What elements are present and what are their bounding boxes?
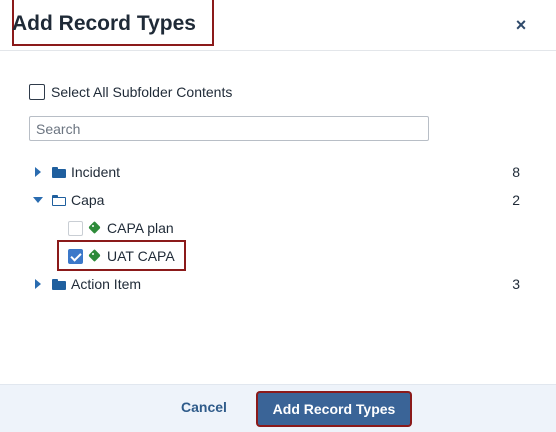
record-type-name: CAPA plan xyxy=(107,220,174,236)
tag-icon xyxy=(89,250,101,262)
folder-count: 3 xyxy=(512,276,520,292)
checkbox-checked[interactable] xyxy=(68,248,83,264)
record-type-uat-capa[interactable]: UAT CAPA xyxy=(68,244,175,268)
select-all-label: Select All Subfolder Contents xyxy=(51,84,233,100)
close-icon[interactable]: × xyxy=(512,16,530,34)
folder-count: 8 xyxy=(512,164,520,180)
tree-folder-capa[interactable]: Capa 2 xyxy=(32,188,524,212)
folder-icon xyxy=(52,166,66,178)
tree-folder-incident[interactable]: Incident 8 xyxy=(32,160,524,184)
folder-name[interactable]: Action Item xyxy=(71,276,141,292)
folder-count: 2 xyxy=(512,192,520,208)
cancel-button[interactable]: Cancel xyxy=(175,399,233,419)
record-type-name: UAT CAPA xyxy=(107,248,175,264)
caret-right-icon[interactable] xyxy=(32,277,46,291)
checkbox[interactable] xyxy=(68,220,83,236)
folder-name[interactable]: Incident xyxy=(71,164,120,180)
folder-name[interactable]: Capa xyxy=(71,192,104,208)
tag-icon xyxy=(89,222,101,234)
dialog-footer: Cancel Add Record Types xyxy=(0,384,556,432)
dialog-title: Add Record Types xyxy=(12,12,196,35)
add-record-types-dialog: Add Record Types × Select All Subfolder … xyxy=(0,0,556,432)
select-all-subfolder-checkbox[interactable]: Select All Subfolder Contents xyxy=(29,83,232,101)
caret-down-icon[interactable] xyxy=(32,193,46,207)
tree-folder-action-item[interactable]: Action Item 3 xyxy=(32,272,524,296)
folder-open-icon xyxy=(52,194,66,206)
checkbox[interactable] xyxy=(29,84,45,100)
folder-icon xyxy=(52,278,66,290)
caret-right-icon[interactable] xyxy=(32,165,46,179)
search-input[interactable] xyxy=(29,116,429,141)
dialog-header: Add Record Types × xyxy=(0,0,556,51)
record-type-capa-plan[interactable]: CAPA plan xyxy=(68,216,174,240)
add-record-types-button[interactable]: Add Record Types xyxy=(258,393,410,425)
